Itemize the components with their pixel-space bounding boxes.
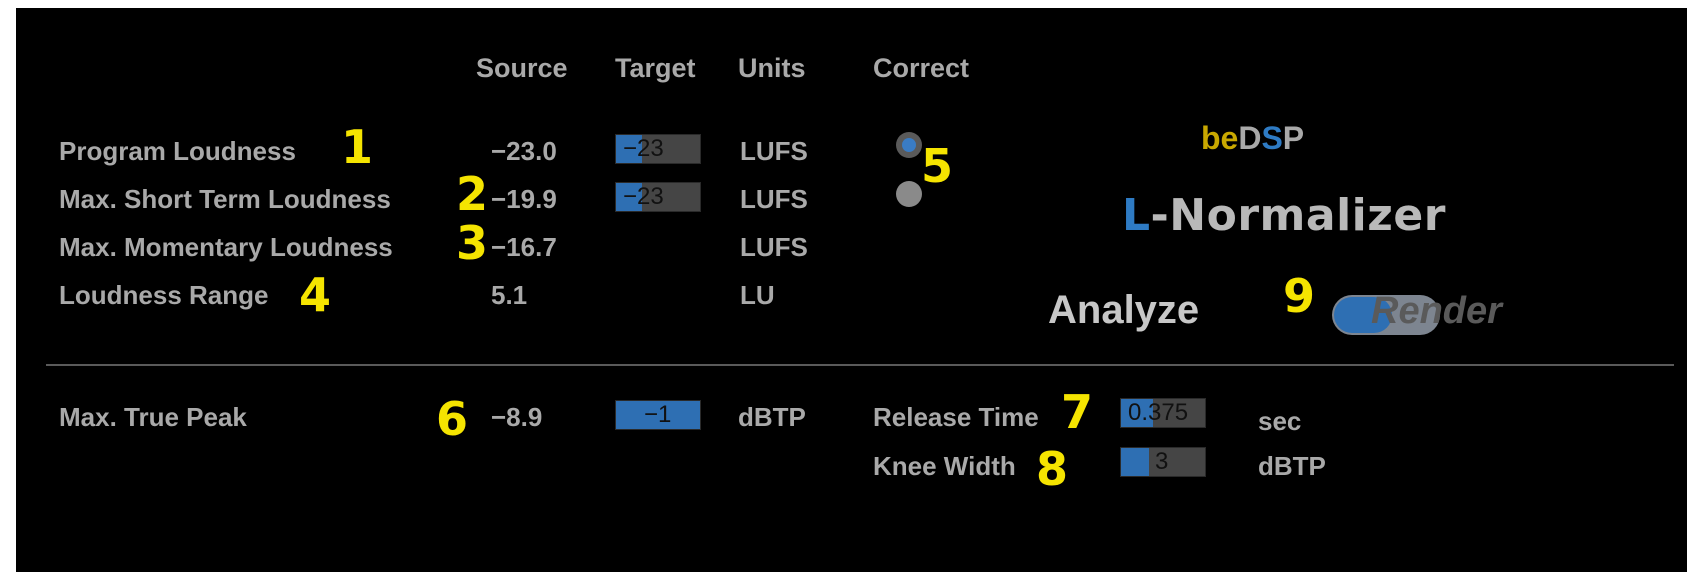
l-normalizer-panel: Source Target Units Correct Program Loud…: [16, 8, 1687, 572]
knee-width-unit: dBTP: [1258, 451, 1326, 481]
callout-marker-6: 6: [436, 392, 469, 446]
callout-marker-9: 9: [1283, 269, 1316, 323]
true-peak-label: Max. True Peak: [59, 402, 247, 432]
callout-marker-7: 7: [1061, 385, 1094, 439]
callout-marker-2: 2: [456, 167, 489, 221]
column-header-units: Units: [738, 53, 806, 83]
momentary-loudness-source-value: −16.7: [491, 232, 557, 262]
callout-marker-3: 3: [456, 216, 489, 270]
correct-short-term-loudness-radio[interactable]: [896, 181, 922, 207]
loudness-range-source-value: 5.1: [491, 280, 528, 310]
short-term-loudness-source-value: −19.9: [491, 184, 557, 214]
short-term-loudness-unit: LUFS: [740, 184, 808, 214]
section-divider: [46, 364, 1674, 366]
true-peak-target-field[interactable]: −1: [615, 400, 701, 430]
true-peak-source-value: −8.9: [491, 402, 543, 432]
callout-marker-4: 4: [299, 268, 332, 322]
program-loudness-unit: LUFS: [740, 136, 808, 166]
short-term-loudness-target-value: −23: [623, 183, 664, 210]
momentary-loudness-label: Max. Momentary Loudness: [59, 232, 393, 262]
correct-program-loudness-radio[interactable]: [896, 132, 922, 158]
column-header-source: Source: [476, 53, 568, 83]
knee-width-value: 3: [1155, 448, 1169, 475]
release-time-value: 0.375: [1128, 399, 1189, 426]
release-time-unit: sec: [1258, 406, 1302, 436]
callout-marker-8: 8: [1036, 442, 1069, 496]
loudness-range-unit: LU: [740, 280, 775, 310]
loudness-range-label: Loudness Range: [59, 280, 269, 310]
product-name: L-Normalizer: [1122, 190, 1446, 241]
program-loudness-target-field[interactable]: −23: [615, 134, 701, 164]
short-term-loudness-label: Max. Short Term Loudness: [59, 184, 391, 214]
true-peak-unit: dBTP: [738, 402, 806, 432]
bedsp-logo: beDSP: [1201, 120, 1305, 156]
short-term-loudness-target-field[interactable]: −23: [615, 182, 701, 212]
analyze-label[interactable]: Analyze: [1048, 288, 1199, 333]
program-loudness-source-value: −23.0: [491, 136, 557, 166]
release-time-label: Release Time: [873, 402, 1039, 432]
true-peak-target-value: −1: [644, 401, 672, 428]
momentary-loudness-unit: LUFS: [740, 232, 808, 262]
release-time-field[interactable]: 0.375: [1120, 398, 1206, 428]
column-header-correct: Correct: [873, 53, 970, 83]
callout-marker-1: 1: [341, 120, 374, 174]
callout-marker-5: 5: [921, 139, 954, 193]
program-loudness-target-value: −23: [623, 135, 664, 162]
program-loudness-label: Program Loudness: [59, 136, 296, 166]
column-header-target: Target: [615, 53, 696, 83]
knee-width-label: Knee Width: [873, 451, 1016, 481]
knee-width-field[interactable]: 3: [1120, 447, 1206, 477]
render-label[interactable]: Render: [1371, 290, 1502, 333]
